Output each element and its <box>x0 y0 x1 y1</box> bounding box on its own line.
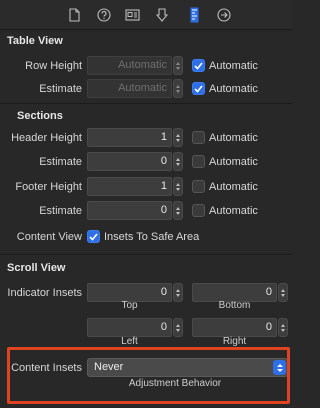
scroll-view-title: Scroll View <box>7 262 66 274</box>
indicator-bottom-stepper[interactable] <box>278 283 288 302</box>
row-height-auto-label: Automatic <box>209 60 258 72</box>
size-ruler-icon[interactable] <box>186 7 202 23</box>
header-estimate-auto-label: Automatic <box>209 156 258 168</box>
row-height-label: Row Height <box>25 60 82 72</box>
footer-estimate-stepper[interactable] <box>173 201 183 220</box>
header-height-stepper[interactable] <box>173 128 183 147</box>
annotation-highlight-box <box>7 347 290 404</box>
attributes-icon[interactable] <box>154 7 170 23</box>
row-estimate-auto-label: Automatic <box>209 83 258 95</box>
indicator-right-label: Right <box>222 336 247 347</box>
row-estimate-auto-checkbox[interactable] <box>192 82 205 95</box>
indicator-top-label: Top <box>121 300 138 311</box>
footer-estimate-auto-label: Automatic <box>209 205 258 217</box>
footer-height-field[interactable]: 1 <box>87 177 172 196</box>
table-view-title: Table View <box>7 35 63 47</box>
insets-safe-area-label: Insets To Safe Area <box>104 231 200 243</box>
header-estimate-auto-checkbox[interactable] <box>192 155 205 168</box>
footer-height-auto-checkbox[interactable] <box>192 180 205 193</box>
footer-estimate-auto-checkbox[interactable] <box>192 204 205 217</box>
row-estimate-field[interactable]: Automatic <box>87 79 172 98</box>
indicator-top-stepper[interactable] <box>173 283 183 302</box>
row-height-placeholder: Automatic <box>118 59 167 71</box>
footer-height-stepper[interactable] <box>173 177 183 196</box>
indicator-bottom-label: Bottom <box>218 300 251 311</box>
file-icon[interactable] <box>66 7 82 23</box>
header-estimate-label: Estimate <box>39 156 82 168</box>
header-height-field[interactable]: 1 <box>87 128 172 147</box>
footer-estimate-label: Estimate <box>39 205 82 217</box>
row-height-field[interactable]: Automatic <box>87 56 172 75</box>
help-icon[interactable] <box>96 7 112 23</box>
insets-safe-area-checkbox[interactable] <box>87 230 100 243</box>
connections-icon[interactable] <box>216 7 232 23</box>
indicator-right-stepper[interactable] <box>278 318 288 337</box>
header-height-label: Header Height <box>11 132 82 144</box>
row-estimate-placeholder: Automatic <box>118 82 167 94</box>
indicator-left-stepper[interactable] <box>173 318 183 337</box>
indicator-left-label: Left <box>121 336 138 347</box>
header-height-auto-checkbox[interactable] <box>192 131 205 144</box>
indicator-right-field[interactable]: 0 <box>192 318 277 337</box>
row-height-stepper[interactable] <box>173 56 183 75</box>
indicator-insets-label: Indicator Insets <box>7 287 82 299</box>
header-estimate-stepper[interactable] <box>173 152 183 171</box>
footer-estimate-field[interactable]: 0 <box>87 201 172 220</box>
indicator-left-field[interactable]: 0 <box>87 318 172 337</box>
identity-icon[interactable] <box>124 7 140 23</box>
divider <box>0 254 292 255</box>
row-height-auto-checkbox[interactable] <box>192 59 205 72</box>
divider <box>0 103 292 104</box>
footer-height-label: Footer Height <box>15 181 82 193</box>
footer-height-auto-label: Automatic <box>209 181 258 193</box>
header-height-auto-label: Automatic <box>209 132 258 144</box>
row-estimate-stepper[interactable] <box>173 79 183 98</box>
header-estimate-field[interactable]: 0 <box>87 152 172 171</box>
content-view-label: Content View <box>16 231 82 243</box>
inspector-toolbar <box>0 0 292 30</box>
row-estimate-label: Estimate <box>39 83 82 95</box>
sections-title: Sections <box>17 110 63 122</box>
